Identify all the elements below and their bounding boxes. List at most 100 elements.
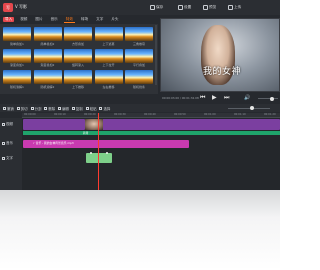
media-thumbnail[interactable]: 上下遮幕 (94, 27, 123, 47)
thumbnail-caption: 渐变叠加1 (10, 63, 24, 68)
media-thumbnail[interactable]: 上下推移 (64, 70, 92, 90)
thumbnail-image (125, 27, 153, 41)
thumbnail-image (125, 48, 153, 63)
undo-button[interactable]: 撤销 (3, 106, 14, 111)
volume-slider[interactable] (258, 98, 278, 99)
thumbnail-image (64, 70, 92, 84)
media-thumbnail[interactable]: 上下拉开 (94, 48, 123, 69)
media-thumbnail[interactable]: 随机溶解2 (33, 70, 62, 90)
ruler-tick-label: 00:00:30 (114, 113, 126, 116)
media-thumbnail[interactable]: 平行叠加 (125, 48, 153, 69)
text-clip[interactable] (86, 152, 112, 163)
thumbnail-image (94, 48, 123, 63)
thumbnail-caption: 上下遮幕 (102, 41, 115, 46)
delete-button[interactable]: 删除 (44, 106, 55, 111)
thumbnail-caption: 上下拉开 (102, 63, 115, 68)
editor-window: 写 V 写影 保存 设置 预览 上传 导入 视频 图片 音乐 特效 转场 文字 … (0, 0, 280, 190)
clip-handle-right[interactable] (106, 152, 108, 154)
ruler-tick-label: 00:01:20 (264, 113, 276, 116)
settings-button[interactable]: 设置 (178, 4, 191, 11)
copy-button[interactable]: 复制 (71, 106, 83, 111)
media-thumbnail[interactable]: 简单叠加1 (3, 27, 31, 47)
media-library: 简单叠加1 简单叠加2 方形叠加 上下遮幕 三角卷帘渐变叠加1 渐变叠加2 旋转渐入 上下拉开… (0, 24, 158, 94)
tab-transitions[interactable]: 转场 (79, 17, 90, 22)
thumbnail-caption: 渐变叠加2 (40, 63, 55, 68)
thumbnail-caption: 随机溶解2 (40, 84, 55, 89)
preview-button[interactable]: 预览 (203, 4, 216, 11)
thumbnail-image (3, 27, 31, 41)
paste-icon (85, 106, 89, 110)
thumbnail-caption: 随机溶解1 (10, 84, 24, 89)
thumbnail-image (94, 27, 123, 41)
previous-icon[interactable]: ⏮ (200, 95, 205, 101)
media-thumbnail[interactable]: 渐变叠加1 (3, 48, 31, 69)
thumbnail-caption: 左右推移 (102, 84, 115, 89)
player-controls: 00:00:03.00 / 00:01:32.08 ⏮ ▶ ⏭ 🔊 (160, 93, 280, 103)
scissors-icon (16, 106, 20, 110)
thumbnail-caption: 上下推移 (71, 84, 84, 89)
tab-video[interactable]: 视频 (18, 17, 29, 22)
thumbnail-caption: 随机线条 (132, 84, 145, 89)
window-reflection (0, 190, 280, 270)
tab-effects[interactable]: 特效 (63, 17, 75, 23)
eye-icon (203, 5, 208, 10)
transition-clip[interactable]: 转场 (23, 131, 280, 135)
upload-button[interactable]: 上传 (228, 4, 241, 11)
media-thumbnail[interactable]: 随机线条 (125, 70, 153, 90)
next-icon[interactable]: ⏭ (224, 95, 229, 101)
volume-icon[interactable]: 🔊 (244, 95, 250, 101)
media-thumbnail[interactable]: 旋转渐入 (64, 48, 92, 69)
media-thumbnail[interactable]: 随机溶解1 (3, 70, 31, 90)
audio-clip[interactable]: ♪ 音乐 - 我的女神背景音乐.mp3 (23, 140, 189, 148)
thumbnail-image (125, 70, 153, 84)
thumbnail-image (64, 27, 92, 41)
video-clip[interactable] (23, 119, 85, 130)
save-icon (150, 5, 155, 10)
volume-knob[interactable] (270, 96, 274, 101)
edit-button[interactable]: 编辑 (58, 106, 69, 111)
thumbnail-image (94, 70, 123, 84)
thumbnail-image (3, 48, 31, 63)
thumbnail-image (33, 48, 62, 63)
thumbnail-caption: 方形叠加 (71, 41, 84, 46)
thumbnail-caption: 旋转渐入 (71, 63, 84, 68)
ruler-tick-label: 00:00:40 (144, 113, 156, 116)
thumbnail-caption: 简单叠加1 (10, 41, 24, 46)
thumbnail-caption: 简单叠加2 (40, 41, 55, 46)
copy-icon (71, 106, 75, 110)
music-icon (2, 142, 5, 145)
play-icon[interactable]: ▶ (212, 95, 217, 101)
media-scrollbar[interactable] (155, 25, 157, 85)
select-button[interactable]: 选择 (99, 106, 110, 111)
upload-icon (228, 5, 233, 10)
track-label-music: 音乐 (2, 141, 13, 146)
playhead[interactable] (98, 113, 99, 190)
tab-import[interactable]: 导入 (3, 17, 15, 22)
split-icon (30, 106, 34, 110)
thumbnail-image (33, 70, 62, 84)
paste-button[interactable]: 粘贴 (85, 106, 96, 111)
media-thumbnail[interactable]: 左右推移 (94, 70, 123, 90)
cut-button[interactable]: 剪切 (16, 106, 28, 111)
media-thumbnail[interactable]: 简单叠加2 (33, 27, 62, 47)
tab-intro[interactable]: 片头 (109, 17, 120, 22)
thumbnail-image (33, 27, 62, 41)
tab-image[interactable]: 图片 (33, 17, 44, 22)
save-button[interactable]: 保存 (150, 4, 163, 11)
ruler-tick-label: 00:01:00 (204, 113, 216, 116)
split-button[interactable]: 分割 (30, 106, 41, 111)
media-thumbnail[interactable]: 渐变叠加2 (33, 48, 62, 69)
video-clip[interactable] (85, 119, 280, 130)
film-icon (2, 123, 5, 126)
time-readout: 00:00:03.00 / 00:01:32.08 (162, 96, 199, 100)
tab-text[interactable]: 文字 (94, 17, 105, 22)
ruler-tick-label: 00:00:00 (24, 113, 36, 116)
media-thumbnail[interactable]: 方形叠加 (64, 27, 92, 47)
tab-music[interactable]: 音乐 (49, 17, 60, 22)
timeline-zoom-knob[interactable] (250, 106, 254, 110)
clip-handle-left[interactable] (90, 152, 92, 154)
ruler-tick-label: 00:00:20 (84, 113, 96, 116)
media-thumbnail[interactable]: 三角卷帘 (125, 27, 153, 47)
undo-icon (3, 106, 6, 110)
timeline-zoom-slider[interactable] (228, 107, 270, 109)
